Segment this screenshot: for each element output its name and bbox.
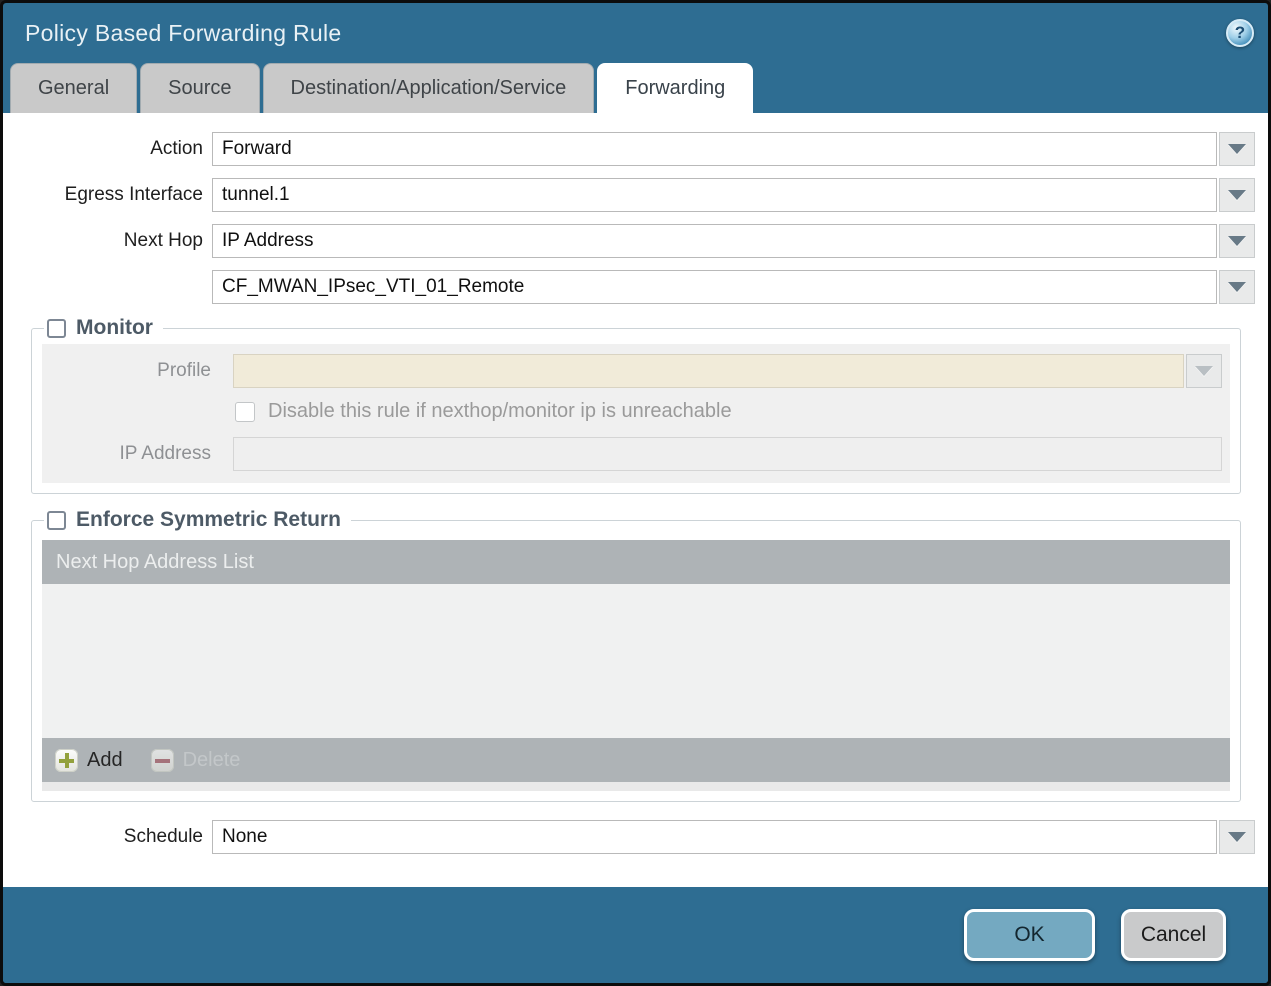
enforce-symmetric-return-section: Enforce Symmetric Return Next Hop Addres… [31,508,1241,802]
monitor-title: Monitor [76,316,153,339]
cancel-button[interactable]: Cancel [1121,909,1226,961]
monitor-section: Monitor Profile Disable this rule if nex… [31,316,1241,494]
profile-label: Profile [157,360,211,381]
action-dropdown-button[interactable] [1219,132,1255,166]
schedule-dropdown-button[interactable] [1219,820,1255,854]
next-hop-address-dropdown-button[interactable] [1219,270,1255,304]
minus-icon [150,748,174,772]
next-hop-label: Next Hop [123,230,203,251]
monitor-ip-address-label: IP Address [119,443,211,464]
tab-bar: General Source Destination/Application/S… [3,63,1268,113]
dialog-titlebar: Policy Based Forwarding Rule ? [3,3,1268,63]
schedule-row: Schedule None [3,820,1255,854]
next-hop-address-list-toolbar: Add Delete [42,738,1230,782]
ok-button[interactable]: OK [964,909,1095,961]
disable-rule-label: Disable this rule if nexthop/monitor ip … [268,400,732,422]
next-hop-address-row: CF_MWAN_IPsec_VTI_01_Remote [3,270,1255,304]
enforce-symmetric-return-legend: Enforce Symmetric Return [44,508,351,532]
monitor-legend: Monitor [44,316,163,340]
egress-interface-dropdown-button[interactable] [1219,178,1255,212]
monitor-ip-address-row: IP Address [42,437,1222,471]
action-label: Action [150,138,203,159]
chevron-down-icon [1195,366,1213,376]
next-hop-dropdown-button[interactable] [1219,224,1255,258]
table-bottom-strip [42,782,1230,791]
disable-rule-row: Disable this rule if nexthop/monitor ip … [235,400,1222,423]
monitor-panel: Profile Disable this rule if nexthop/mon… [42,344,1230,483]
chevron-down-icon [1228,282,1246,292]
dialog-title: Policy Based Forwarding Rule [25,19,342,46]
policy-based-forwarding-dialog: Policy Based Forwarding Rule ? General S… [0,0,1271,986]
tab-source[interactable]: Source [140,63,260,113]
chevron-down-icon [1228,236,1246,246]
chevron-down-icon [1228,190,1246,200]
chevron-down-icon [1228,832,1246,842]
monitor-ip-address-input [233,437,1222,471]
forwarding-tab-panel: Action Forward Egress Interface tunnel.1… [3,113,1268,887]
action-select[interactable]: Forward [212,132,1217,166]
egress-interface-select[interactable]: tunnel.1 [212,178,1217,212]
next-hop-address-select[interactable]: CF_MWAN_IPsec_VTI_01_Remote [212,270,1217,304]
schedule-select[interactable]: None [212,820,1217,854]
add-button-label: Add [87,748,123,771]
tab-forwarding[interactable]: Forwarding [597,63,754,113]
egress-interface-row: Egress Interface tunnel.1 [3,178,1255,212]
plus-icon [55,748,78,772]
profile-select [233,354,1184,388]
egress-interface-label: Egress Interface [64,184,203,205]
next-hop-address-list-table: Next Hop Address List Add Delete [42,540,1230,791]
profile-dropdown-button [1186,354,1222,388]
chevron-down-icon [1228,144,1246,154]
enforce-symmetric-return-checkbox[interactable] [47,510,66,530]
profile-row: Profile [42,354,1222,388]
help-icon[interactable]: ? [1226,19,1254,47]
next-hop-type-select[interactable]: IP Address [212,224,1217,258]
disable-rule-checkbox [235,401,255,422]
schedule-label: Schedule [123,826,203,847]
action-row: Action Forward [3,132,1255,166]
monitor-checkbox[interactable] [47,318,66,338]
delete-button-label: Delete [182,748,241,771]
delete-button: Delete [150,748,241,772]
tab-general[interactable]: General [10,63,138,113]
next-hop-address-list-body[interactable] [42,584,1230,738]
dialog-footer: OK Cancel [3,887,1268,983]
add-button[interactable]: Add [55,748,123,772]
next-hop-address-list-header: Next Hop Address List [42,540,1230,584]
next-hop-row: Next Hop IP Address [3,224,1255,258]
enforce-symmetric-return-title: Enforce Symmetric Return [76,508,341,531]
tab-destination-application-service[interactable]: Destination/Application/Service [262,63,595,113]
